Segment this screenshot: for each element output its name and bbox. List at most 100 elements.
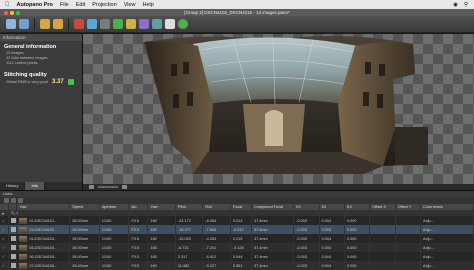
checkbox[interactable]: ✓ — [0, 252, 9, 261]
cell-cfocal[interactable]: 37.4mm — [251, 234, 295, 243]
cell-oy[interactable] — [395, 216, 422, 225]
cell-k1[interactable]: -0.003 — [293, 216, 320, 225]
cell-oy[interactable] — [395, 225, 422, 234]
cell-ox[interactable] — [369, 234, 396, 243]
cell-focal[interactable]: 35.00mm — [69, 243, 100, 252]
cell-yaw[interactable]: -23.172 — [175, 216, 204, 225]
cell-k2[interactable]: 0.004 — [319, 252, 345, 261]
zoom-in-icon[interactable] — [122, 185, 127, 189]
zoom-slider[interactable] — [98, 186, 118, 188]
menu-view[interactable]: View — [124, 2, 136, 8]
color-icon[interactable] — [126, 19, 136, 29]
cell-speed[interactable]: 1/100 — [99, 252, 130, 261]
tab-info[interactable]: Info — [25, 182, 46, 190]
menu-help[interactable]: Help — [143, 2, 154, 8]
cell-roll[interactable]: -0.128 — [230, 243, 252, 252]
checkbox[interactable]: ✓ — [0, 234, 9, 243]
cell-pitch[interactable]: -4.163 — [202, 234, 231, 243]
cell-aperture[interactable]: F3.5 — [128, 252, 149, 261]
cell-ox[interactable] — [369, 243, 396, 252]
app-menu[interactable]: Autopano Pro — [17, 2, 53, 8]
image-name-cell[interactable]: 02-DSCN4101... — [16, 216, 71, 225]
cell-yaw[interactable]: -15.063 — [175, 234, 204, 243]
image-name-cell[interactable]: 04-DSCN4103... — [16, 234, 71, 243]
cell-k2[interactable]: 0.004 — [319, 243, 345, 252]
cell-cfocal[interactable]: 37.4mm — [251, 216, 295, 225]
zoom-out-icon[interactable] — [89, 185, 94, 189]
add-icon[interactable] — [4, 198, 9, 203]
cell-color[interactable]: Adju... — [420, 216, 474, 225]
cell-color[interactable]: Adju... — [420, 234, 474, 243]
cell-focal[interactable]: 35.00mm — [69, 216, 100, 225]
cell-k2[interactable]: 0.004 — [319, 216, 345, 225]
cell-cfocal[interactable]: 37.4mm — [251, 252, 295, 261]
cell-focal[interactable]: 35.00mm — [69, 234, 100, 243]
cell-speed[interactable]: 1/100 — [99, 225, 130, 234]
undo-icon[interactable] — [40, 19, 50, 29]
cell-oy[interactable] — [395, 243, 422, 252]
cell-k3[interactable]: 0.000 — [344, 243, 371, 252]
cell-roll[interactable]: 0.013 — [230, 216, 252, 225]
cell-focal[interactable]: 35.00mm — [69, 252, 100, 261]
search-icon[interactable]: ⚲ — [464, 2, 468, 8]
mask-icon[interactable] — [152, 19, 162, 29]
cell-yaw[interactable]: -6.721 — [175, 243, 204, 252]
cell-cfocal[interactable]: 37.4mm — [251, 225, 295, 234]
menu-edit[interactable]: Edit — [76, 2, 85, 8]
cell-iso[interactable]: 160 — [147, 234, 176, 243]
image-name-cell[interactable]: 06-DSCN4105... — [16, 252, 71, 261]
cell-k3[interactable]: 0.000 — [344, 234, 371, 243]
checkbox[interactable]: ✓ — [0, 225, 9, 234]
cell-k3[interactable]: 0.000 — [344, 252, 371, 261]
cell-iso[interactable]: 160 — [147, 243, 176, 252]
cell-color[interactable]: Adju... — [420, 252, 474, 261]
wifi-icon[interactable]: ◉ — [453, 2, 458, 8]
save-icon[interactable] — [19, 19, 29, 29]
projection-icon[interactable] — [87, 19, 97, 29]
cell-ox[interactable] — [369, 225, 396, 234]
cell-pitch[interactable]: -7.201 — [202, 243, 231, 252]
apple-icon[interactable]:  — [5, 2, 10, 8]
cell-k2[interactable]: 0.004 — [319, 225, 345, 234]
cell-iso[interactable]: 160 — [147, 225, 176, 234]
table-row[interactable]: ✓ 02-DSCN4101... 35.00mm 1/100 F3.5 160 -23.17… — [0, 216, 474, 225]
checkbox[interactable]: ✓ — [0, 243, 9, 252]
redo-icon[interactable] — [53, 19, 63, 29]
cell-k3[interactable]: 0.000 — [344, 216, 371, 225]
cell-k1[interactable]: -0.003 — [293, 234, 320, 243]
render-icon[interactable] — [74, 19, 84, 29]
close-window-icon[interactable] — [4, 10, 8, 15]
cell-oy[interactable] — [395, 234, 422, 243]
cell-k3[interactable]: 0.000 — [344, 225, 371, 234]
table-row[interactable]: ✓ 06-DSCN4105... 35.00mm 1/100 F3.5 160 2.317-… — [0, 252, 474, 261]
table-row[interactable]: ✓ 05-DSCN4104... 35.00mm 1/100 F3.5 160 -6.721… — [0, 243, 474, 252]
cell-iso[interactable]: 160 — [147, 252, 176, 261]
cell-roll[interactable]: 0.215 — [230, 234, 252, 243]
cell-yaw[interactable]: -16.277 — [175, 225, 204, 234]
cell-speed[interactable]: 1/100 — [99, 243, 130, 252]
menu-projection[interactable]: Projection — [92, 2, 116, 8]
minimize-window-icon[interactable] — [10, 10, 14, 15]
cell-color[interactable]: Adju... — [420, 243, 474, 252]
control-points-icon[interactable] — [139, 19, 149, 29]
remove-icon[interactable] — [11, 198, 16, 203]
cell-yaw[interactable]: 2.317 — [175, 252, 204, 261]
cell-pitch[interactable]: -7.849 — [202, 225, 231, 234]
panorama-canvas[interactable] — [83, 34, 474, 184]
refresh-icon[interactable] — [18, 198, 23, 203]
menu-file[interactable]: File — [60, 2, 69, 8]
cell-speed[interactable]: 1/100 — [99, 234, 130, 243]
table-row[interactable]: ✓ 04-DSCN4103... 35.00mm 1/100 F3.5 160 -15.06… — [0, 234, 474, 243]
cell-aperture[interactable]: F3.5 — [128, 234, 149, 243]
cell-ox[interactable] — [369, 252, 396, 261]
help-icon[interactable] — [178, 19, 188, 29]
zoom-window-icon[interactable] — [16, 10, 20, 15]
cell-aperture[interactable]: F3.5 — [128, 225, 149, 234]
straighten-icon[interactable] — [113, 19, 123, 29]
settings-icon[interactable] — [165, 19, 175, 29]
cell-pitch[interactable]: -8.063 — [202, 216, 231, 225]
cell-k2[interactable]: 0.004 — [319, 234, 345, 243]
cell-pitch[interactable]: -6.912 — [202, 252, 231, 261]
image-name-cell[interactable]: 05-DSCN4104... — [16, 243, 71, 252]
cell-aperture[interactable]: F3.5 — [128, 243, 149, 252]
